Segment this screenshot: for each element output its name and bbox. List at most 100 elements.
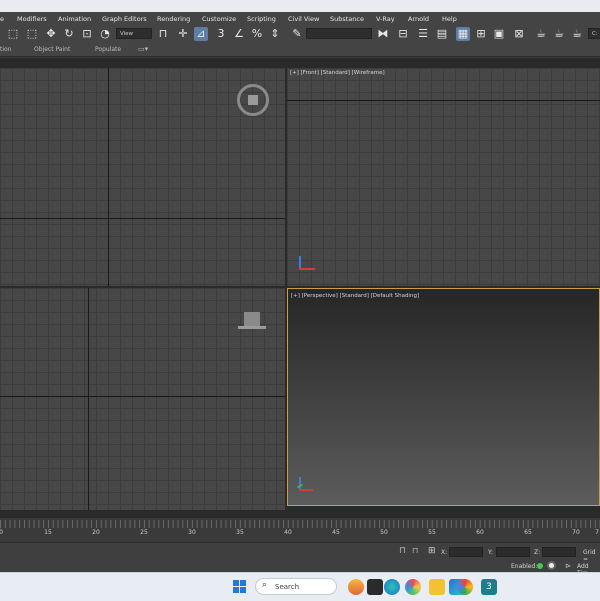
search-icon: ⌕ — [262, 580, 268, 590]
copilot-icon[interactable] — [405, 579, 421, 595]
spinner-snap-icon[interactable]: ⇕ — [268, 27, 282, 41]
pivot-icon[interactable]: ⊓ — [156, 27, 170, 41]
viewport-left[interactable] — [0, 288, 285, 510]
curve-editor-icon[interactable]: ▦ — [456, 27, 470, 41]
viewport-top[interactable] — [0, 68, 285, 286]
menu-item-modifiers[interactable]: Modifiers — [17, 15, 47, 23]
search-placeholder: Search — [275, 583, 300, 591]
named-selection-dropdown[interactable] — [306, 28, 372, 39]
menu-item-substance[interactable]: Substance — [330, 15, 364, 23]
menu-item-animation[interactable]: Animation — [58, 15, 91, 23]
keyboard-shortcut-icon[interactable]: ⊿ — [194, 27, 208, 41]
axis-x-icon — [299, 489, 313, 491]
file-explorer-icon[interactable] — [429, 579, 445, 595]
y-coordinate-field[interactable] — [496, 547, 530, 557]
select-window-icon[interactable]: ⬚ — [25, 27, 39, 41]
workspace-stub: C: — [592, 31, 598, 37]
place-icon[interactable]: ◔ — [98, 27, 112, 41]
snap-number: 3 — [217, 27, 225, 40]
scale-icon[interactable]: ⊡ — [80, 27, 94, 41]
windows-taskbar: ⌕ Search 3 — [0, 572, 600, 601]
select-manipulate-icon[interactable]: ✛ — [176, 27, 190, 41]
mirror-icon[interactable]: ⧓ — [376, 27, 390, 41]
ribbon-tab-modeling[interactable]: tion — [0, 46, 12, 53]
3ds-max-icon[interactable]: 3 — [481, 579, 497, 595]
timeline-tick: 50 — [380, 529, 388, 536]
taskbar-search-box[interactable]: ⌕ Search — [255, 578, 337, 595]
status-bar: ⊓ ⊓ ⊞ X: Y: Z: Grid = Enabled: ⊳ Add Tim — [0, 542, 600, 577]
material-editor-icon[interactable]: ▣ — [492, 27, 506, 41]
viewport-area: [+] [Front] [Standard] [Wireframe] [+] [… — [0, 58, 600, 518]
timeline-tick: 7 — [595, 529, 599, 536]
transform-mode-icon[interactable]: ⊞ — [428, 546, 436, 556]
main-toolbar: ⬚ ⬚ ✥ ↻ ⊡ ◔ View ⊓ ✛ ⊿ 3 ∠ % ⇕ ✎ ⧓ ⊟ ☰ ▤… — [0, 25, 600, 45]
timeline-tick: 30 — [188, 529, 196, 536]
z-coordinate-field[interactable] — [542, 547, 576, 557]
toggle-ribbon-icon[interactable]: ▤ — [435, 27, 449, 41]
schematic-view-icon[interactable]: ⊞ — [474, 27, 488, 41]
move-icon[interactable]: ✥ — [44, 27, 58, 41]
rotate-icon[interactable]: ↻ — [62, 27, 76, 41]
menu-item-scripting[interactable]: Scripting — [247, 15, 276, 23]
viewcube-icon[interactable] — [244, 312, 260, 326]
viewport-perspective-label[interactable]: [+] [Perspective] [Standard] [Default Sh… — [291, 293, 419, 299]
layer-explorer-icon[interactable]: ☰ — [416, 27, 430, 41]
percent-symbol: % — [251, 27, 263, 40]
menu-item-arnold[interactable]: Arnold — [408, 15, 429, 23]
enabled-toggle[interactable] — [547, 561, 556, 570]
viewport-perspective[interactable]: [+] [Perspective] [Standard] [Default Sh… — [287, 288, 600, 506]
timeline-ruler[interactable] — [0, 520, 600, 528]
timeline-tick: 45 — [332, 529, 340, 536]
task-view-icon[interactable] — [367, 579, 383, 595]
chrome-icon[interactable] — [457, 579, 473, 595]
ribbon-tab-object-paint[interactable]: Object Paint — [34, 46, 70, 53]
timeline-tick: 60 — [476, 529, 484, 536]
select-region-icon[interactable]: ⬚ — [6, 27, 20, 41]
timeline-tick: 70 — [572, 529, 580, 536]
render-setup-icon[interactable]: ⊠ — [512, 27, 526, 41]
enabled-indicator-icon[interactable] — [537, 563, 543, 569]
grid-axis-vertical — [108, 68, 109, 286]
snaps-toggle-icon[interactable]: 3 — [214, 27, 228, 41]
grid-size-label: Grid = — [583, 549, 596, 563]
timeline-tick: 0 — [0, 529, 3, 536]
reference-coordinate-value: View — [120, 31, 134, 37]
percent-snap-icon[interactable]: % — [250, 27, 264, 41]
menu-item-edit[interactable]: e — [0, 15, 4, 23]
window-top-strip — [0, 0, 600, 12]
ribbon-options-icon[interactable]: ▭▾ — [138, 45, 148, 53]
timeline[interactable]: 0 15 20 25 30 35 40 45 50 55 60 65 70 7 — [0, 518, 600, 542]
menu-item-graph-editors[interactable]: Graph Editors — [102, 15, 147, 23]
y-coordinate-label: Y: — [488, 549, 493, 556]
edit-named-selection-icon[interactable]: ✎ — [290, 27, 304, 41]
viewport-front[interactable]: [+] [Front] [Standard] [Wireframe] — [287, 68, 600, 286]
timeline-tick: 20 — [92, 529, 100, 536]
isolate-icon[interactable]: ⊓ — [412, 546, 418, 555]
edge-browser-icon[interactable] — [384, 579, 400, 595]
menu-item-vray[interactable]: V-Ray — [376, 15, 395, 23]
menu-item-rendering[interactable]: Rendering — [157, 15, 190, 23]
timeline-tick: 55 — [428, 529, 436, 536]
viewport-front-label[interactable]: [+] [Front] [Standard] [Wireframe] — [290, 70, 385, 76]
time-tag-icon[interactable]: ⊳ — [565, 562, 571, 570]
render-production-icon[interactable]: ☕ — [552, 27, 566, 41]
ribbon-bar: tion Object Paint Populate ▭▾ — [0, 44, 600, 57]
align-icon[interactable]: ⊟ — [396, 27, 410, 41]
menu-item-help[interactable]: Help — [442, 15, 457, 23]
widgets-icon[interactable] — [348, 579, 364, 595]
timeline-tick: 35 — [236, 529, 244, 536]
menu-item-civil-view[interactable]: Civil View — [288, 15, 319, 23]
x-coordinate-field[interactable] — [449, 547, 483, 557]
lock-selection-icon[interactable]: ⊓ — [399, 546, 406, 556]
axis-x-icon — [299, 268, 315, 270]
ribbon-tab-populate[interactable]: Populate — [95, 46, 121, 53]
menu-item-customize[interactable]: Customize — [202, 15, 236, 23]
workspace-dropdown[interactable]: C: — [588, 28, 600, 39]
viewcube-icon[interactable] — [237, 84, 269, 116]
z-coordinate-label: Z: — [534, 549, 541, 556]
render-iterative-icon[interactable]: ☕ — [570, 27, 584, 41]
angle-snap-icon[interactable]: ∠ — [232, 27, 246, 41]
rendered-frame-window-icon[interactable]: ☕ — [534, 27, 548, 41]
windows-start-icon[interactable] — [233, 580, 247, 594]
reference-coordinate-dropdown[interactable]: View — [116, 28, 152, 39]
